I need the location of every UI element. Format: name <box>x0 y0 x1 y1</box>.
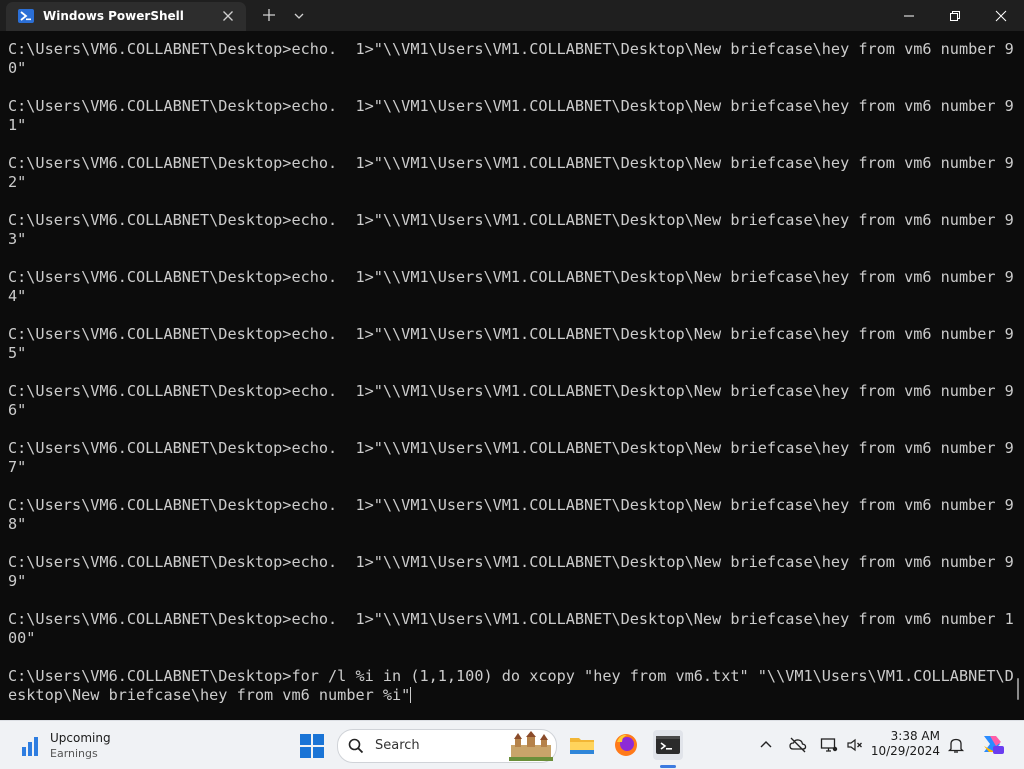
firefox-button[interactable] <box>611 730 641 760</box>
terminal-line: C:\Users\VM6.COLLABNET\Desktop>for /l %i… <box>8 667 1014 685</box>
text-cursor <box>410 687 412 703</box>
terminal-line: 9" <box>8 572 27 590</box>
terminal-output[interactable]: C:\Users\VM6.COLLABNET\Desktop>echo. 1>"… <box>0 31 1024 720</box>
terminal-lines: C:\Users\VM6.COLLABNET\Desktop>echo. 1>"… <box>8 40 1014 705</box>
close-tab-icon[interactable] <box>220 8 236 24</box>
terminal-taskbar-button[interactable] <box>653 730 683 760</box>
clock[interactable]: 3:38 AM 10/29/2024 <box>868 729 940 759</box>
terminal-line: C:\Users\VM6.COLLABNET\Desktop>echo. 1>"… <box>8 211 1014 229</box>
speaker-muted-icon <box>847 738 862 752</box>
restore-button[interactable] <box>932 0 978 31</box>
terminal-prompt-line[interactable]: esktop\New briefcase\hey from vm6 number… <box>8 686 1008 705</box>
clock-date: 10/29/2024 <box>870 744 940 758</box>
terminal-line: C:\Users\VM6.COLLABNET\Desktop>echo. 1>"… <box>8 496 1014 514</box>
terminal-line: 4" <box>8 287 27 305</box>
powershell-icon <box>18 9 34 23</box>
tab-dropdown-button[interactable] <box>292 8 306 22</box>
onedrive-status[interactable] <box>789 736 807 754</box>
terminal-line: 5" <box>8 344 27 362</box>
terminal-line: 00" <box>8 629 36 647</box>
terminal-line: C:\Users\VM6.COLLABNET\Desktop>echo. 1>"… <box>8 154 1014 172</box>
copilot-icon <box>984 736 1004 754</box>
show-hidden-icons-button[interactable] <box>757 736 775 754</box>
terminal-icon <box>656 736 680 754</box>
terminal-line: C:\Users\VM6.COLLABNET\Desktop>echo. 1>"… <box>8 439 1014 457</box>
restore-icon <box>950 11 960 21</box>
search-label: Search <box>375 738 420 753</box>
plus-icon <box>263 9 275 21</box>
stock-chart-icon <box>21 735 41 757</box>
terminal-line: C:\Users\VM6.COLLABNET\Desktop>echo. 1>"… <box>8 382 1014 400</box>
notifications-button[interactable] <box>947 736 965 754</box>
start-button[interactable] <box>299 733 325 759</box>
chevron-down-icon <box>294 13 304 19</box>
firefox-icon <box>615 734 637 756</box>
title-bar: Windows PowerShell <box>0 0 1024 31</box>
cloud-offline-icon <box>789 737 807 753</box>
search-icon <box>348 738 364 754</box>
network-status[interactable] <box>820 736 838 754</box>
volume-status[interactable] <box>846 736 864 754</box>
file-explorer-button[interactable] <box>567 730 597 760</box>
terminal-line: 2" <box>8 173 27 191</box>
terminal-line: 7" <box>8 458 27 476</box>
terminal-line: C:\Users\VM6.COLLABNET\Desktop>echo. 1>"… <box>8 40 1014 58</box>
terminal-line: C:\Users\VM6.COLLABNET\Desktop>echo. 1>"… <box>8 325 1014 343</box>
widget-subtitle: Earnings <box>50 747 98 760</box>
terminal-line: 3" <box>8 230 27 248</box>
terminal-input-text: esktop\New briefcase\hey from vm6 number… <box>8 686 411 704</box>
minimize-icon <box>904 15 914 17</box>
close-window-button[interactable] <box>978 0 1024 31</box>
terminal-line: C:\Users\VM6.COLLABNET\Desktop>echo. 1>"… <box>8 553 1014 571</box>
terminal-line: 1" <box>8 116 27 134</box>
terminal-line: 6" <box>8 401 27 419</box>
close-icon <box>995 10 1007 22</box>
tab-title: Windows PowerShell <box>43 9 184 23</box>
display-icon <box>820 738 838 752</box>
scrollbar-thumb[interactable] <box>1017 678 1019 700</box>
terminal-line: C:\Users\VM6.COLLABNET\Desktop>echo. 1>"… <box>8 268 1014 286</box>
taskbar: Upcoming Earnings Search 3:38 AM 10/29/2… <box>0 720 1024 769</box>
tab-windows-powershell[interactable]: Windows PowerShell <box>6 2 246 31</box>
widget-title: Upcoming <box>50 731 111 745</box>
folder-icon <box>570 738 594 754</box>
bell-icon <box>947 738 965 753</box>
minimize-button[interactable] <box>886 0 932 31</box>
terminal-line: C:\Users\VM6.COLLABNET\Desktop>echo. 1>"… <box>8 97 1014 115</box>
chevron-up-icon <box>760 741 772 748</box>
search-box[interactable]: Search <box>337 729 557 763</box>
copilot-button[interactable] <box>980 732 1004 756</box>
windows-logo-icon <box>300 734 324 758</box>
terminal-line: 0" <box>8 59 27 77</box>
widgets-button[interactable]: Upcoming Earnings <box>14 729 134 763</box>
terminal-line: 8" <box>8 515 27 533</box>
terminal-line: C:\Users\VM6.COLLABNET\Desktop>echo. 1>"… <box>8 610 1014 628</box>
search-highlight-icon <box>509 731 553 761</box>
new-tab-button[interactable] <box>260 6 278 24</box>
clock-time: 3:38 AM <box>890 729 940 743</box>
